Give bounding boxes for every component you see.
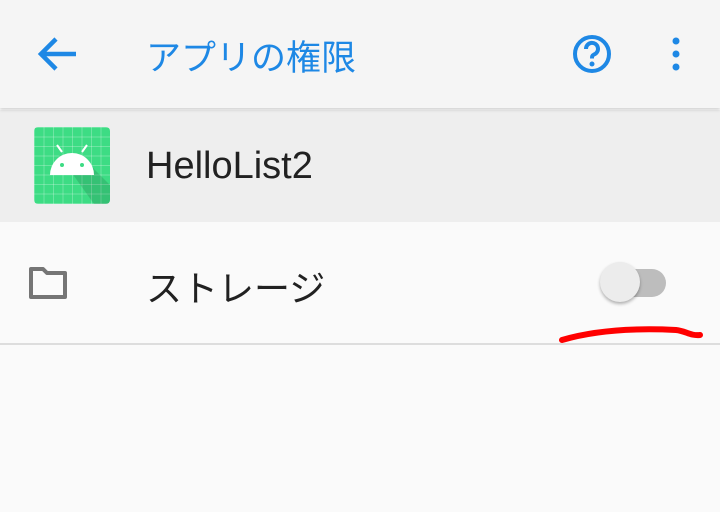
help-icon[interactable] — [572, 34, 612, 74]
folder-icon — [29, 267, 67, 299]
toggle-thumb — [600, 262, 640, 302]
red-underline-annotation — [559, 326, 703, 343]
permission-label: ストレージ — [146, 269, 326, 310]
storage-toggle[interactable] — [600, 262, 670, 304]
page-title: アプリの権限 — [146, 39, 357, 79]
app-name: HelloList2 — [146, 145, 313, 187]
android-app-icon — [34, 127, 110, 204]
back-arrow-icon[interactable] — [36, 34, 78, 74]
more-options-icon[interactable] — [668, 36, 684, 72]
app-bar: アプリの権限 — [0, 0, 720, 108]
